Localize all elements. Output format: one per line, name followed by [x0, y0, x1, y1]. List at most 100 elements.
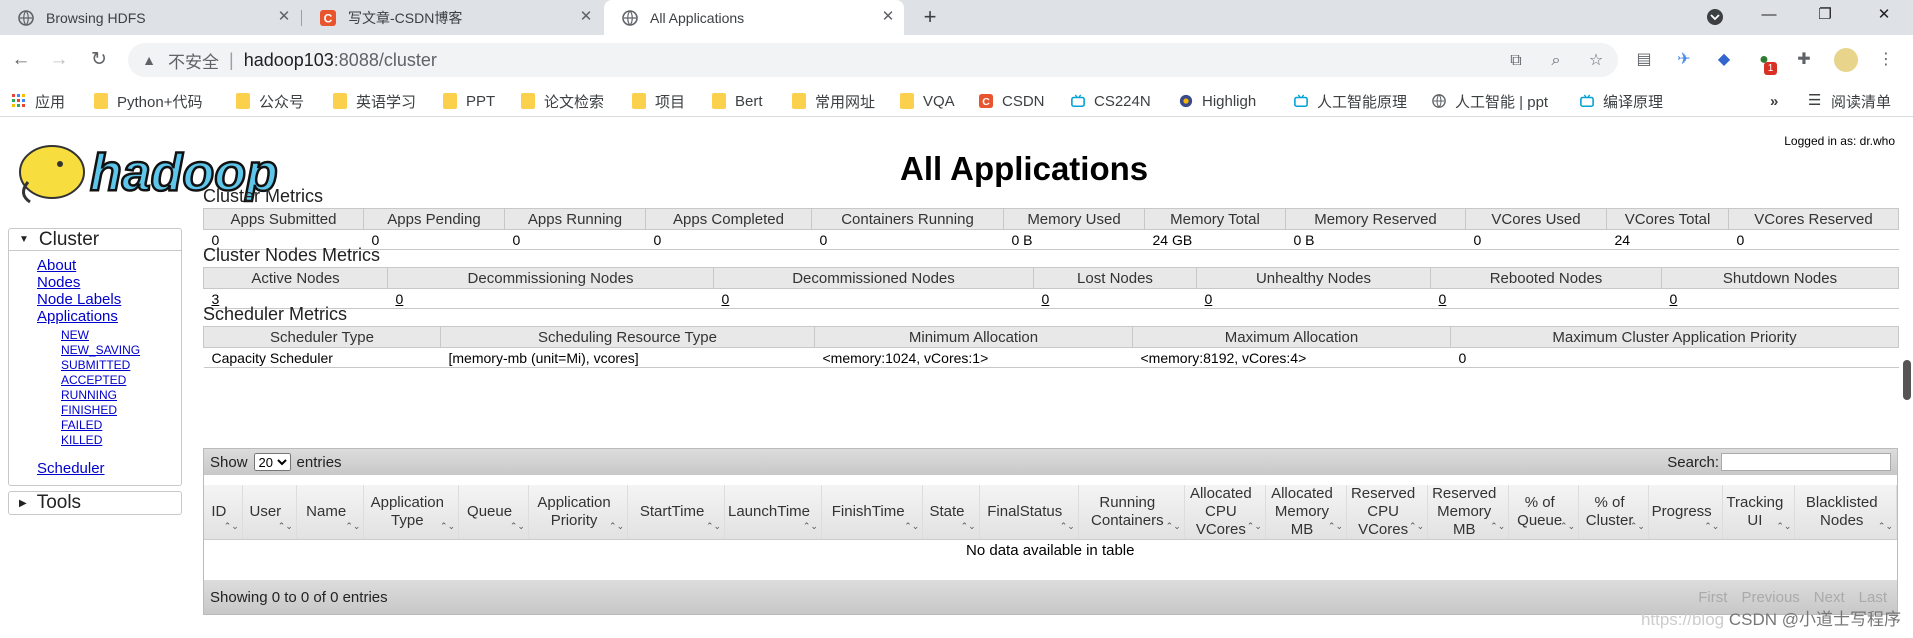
next-page-button[interactable]: Next	[1814, 589, 1845, 606]
bookmark-vqa[interactable]: VQA	[900, 91, 955, 111]
shutdown-nodes-link[interactable]: 0	[1670, 291, 1678, 307]
column-header-allocated-cpu-vcores[interactable]: Allocated CPU VCores ⌃⌄	[1184, 485, 1266, 540]
bookmark-cs224n[interactable]: CS224N	[1071, 91, 1151, 111]
tab-search-icon[interactable]	[1692, 2, 1738, 32]
close-tab-icon[interactable]: ✕	[578, 9, 594, 25]
extension-bird-icon[interactable]: ✈	[1674, 50, 1694, 70]
column-header-launchtime[interactable]: LaunchTime ⌃⌄	[724, 485, 822, 540]
maximize-button[interactable]: ❐	[1802, 0, 1848, 30]
bookmark-highligh[interactable]: Highligh	[1179, 91, 1256, 111]
column-header-name[interactable]: Name ⌃⌄	[296, 485, 365, 540]
bookmark-ai-principles[interactable]: 人工智能原理	[1294, 91, 1407, 111]
column-header-tracking-ui[interactable]: Tracking UI ⌃⌄	[1722, 485, 1796, 540]
nav-scheduler[interactable]: Scheduler	[37, 460, 181, 477]
bookmark-ppt[interactable]: PPT	[443, 91, 495, 111]
sort-icon[interactable]: ⌃⌄	[510, 517, 525, 535]
reload-button[interactable]: ↻	[86, 47, 112, 73]
sort-icon[interactable]: ⌃⌄	[278, 517, 293, 535]
column-header-finishtime[interactable]: FinishTime ⌃⌄	[821, 485, 924, 540]
tab-all-applications[interactable]: All Applications ✕	[604, 0, 904, 35]
document-icon[interactable]: ▤	[1634, 50, 1654, 70]
tools-nav-header[interactable]: ▶ Tools	[8, 491, 182, 515]
new-tab-button[interactable]: +	[916, 4, 944, 32]
bookmark-ai-ppt[interactable]: 人工智能 | ppt	[1432, 91, 1548, 111]
menu-kebab-icon[interactable]: ⋮	[1876, 50, 1896, 70]
sort-icon[interactable]: ⌃⌄	[706, 517, 721, 535]
rebooted-nodes-link[interactable]: 0	[1439, 291, 1447, 307]
column-header-finalstatus[interactable]: FinalStatus ⌃⌄	[979, 485, 1079, 540]
nav-nodes[interactable]: Nodes	[37, 274, 181, 291]
column-header-application-priority[interactable]: Application Priority ⌃⌄	[528, 485, 629, 540]
minimize-button[interactable]: —	[1746, 0, 1792, 30]
sort-icon[interactable]: ⌃⌄	[1060, 517, 1075, 535]
column-header-reserved-cpu-vcores[interactable]: Reserved CPU VCores ⌃⌄	[1346, 485, 1429, 540]
sort-icon[interactable]: ⌃⌄	[1166, 517, 1181, 535]
bookmark-csdn[interactable]: C CSDN	[979, 91, 1045, 111]
column-header-user[interactable]: User ⌃⌄	[242, 485, 297, 540]
first-page-button[interactable]: First	[1698, 589, 1727, 606]
column-header--of-queue[interactable]: % of Queue ⌃⌄	[1508, 485, 1580, 540]
column-header-progress[interactable]: Progress ⌃⌄	[1648, 485, 1724, 540]
avatar[interactable]	[1834, 48, 1858, 72]
nav-node-labels[interactable]: Node Labels	[37, 291, 181, 308]
column-header-running-containers[interactable]: Running Containers ⌃⌄	[1078, 485, 1185, 540]
bookmark-english[interactable]: 英语学习	[333, 91, 416, 111]
forward-button[interactable]: →	[46, 47, 72, 73]
bookmarks-overflow-button[interactable]: »	[1770, 91, 1778, 111]
column-header--of-cluster[interactable]: % of Cluster ⌃⌄	[1578, 485, 1649, 540]
sort-icon[interactable]: ⌃⌄	[1247, 517, 1262, 535]
nav-applications[interactable]: Applications	[37, 308, 181, 325]
extension-hat-icon[interactable]: ◆	[1714, 50, 1734, 70]
close-tab-icon[interactable]: ✕	[880, 9, 896, 25]
sort-icon[interactable]: ⌃⌄	[961, 517, 976, 535]
warning-icon[interactable]: ▲	[140, 51, 158, 69]
bookmark-projects[interactable]: 项目	[632, 91, 685, 111]
bookmark-apps[interactable]: 应用	[12, 91, 65, 111]
page-size-select[interactable]: 20	[253, 453, 291, 471]
column-header-id[interactable]: ID ⌃⌄	[204, 485, 243, 540]
decommissioned-nodes-link[interactable]: 0	[722, 291, 730, 307]
page-scrollbar[interactable]	[1903, 360, 1911, 400]
column-header-blacklisted-nodes[interactable]: Blacklisted Nodes ⌃⌄	[1794, 485, 1897, 540]
bookmark-common[interactable]: 常用网址	[792, 91, 875, 111]
unhealthy-nodes-link[interactable]: 0	[1205, 291, 1213, 307]
back-button[interactable]: ←	[8, 47, 34, 73]
sort-icon[interactable]: ⌃⌄	[1328, 517, 1343, 535]
column-header-allocated-memory-mb[interactable]: Allocated Memory MB ⌃⌄	[1265, 485, 1348, 540]
column-header-starttime[interactable]: StartTime ⌃⌄	[627, 485, 726, 540]
bookmark-papers[interactable]: 论文检索	[521, 91, 604, 111]
previous-page-button[interactable]: Previous	[1741, 589, 1799, 606]
sort-icon[interactable]: ⌃⌄	[1776, 517, 1791, 535]
close-tab-icon[interactable]: ✕	[276, 9, 292, 25]
nav-state-submitted[interactable]: SUBMITTED	[61, 358, 181, 373]
nav-state-finished[interactable]: FINISHED	[61, 403, 181, 418]
bookmark-gongzhonghao[interactable]: 公众号	[236, 91, 304, 111]
tab-browsing-hdfs[interactable]: Browsing HDFS ✕	[0, 0, 300, 35]
column-header-state[interactable]: State ⌃⌄	[922, 485, 980, 540]
sort-icon[interactable]: ⌃⌄	[1490, 517, 1505, 535]
search-input[interactable]	[1721, 453, 1891, 471]
nav-state-failed[interactable]: FAILED	[61, 418, 181, 433]
close-window-button[interactable]: ✕	[1861, 0, 1907, 30]
nav-state-accepted[interactable]: ACCEPTED	[61, 373, 181, 388]
column-header-reserved-memory-mb[interactable]: Reserved Memory MB ⌃⌄	[1427, 485, 1510, 540]
last-page-button[interactable]: Last	[1859, 589, 1887, 606]
bookmark-python[interactable]: Python+代码	[94, 91, 202, 111]
address-bar[interactable]: ▲ 不安全 | hadoop103 :8088/cluster ⧉ ⌕ ☆	[128, 43, 1618, 77]
decommissioning-nodes-link[interactable]: 0	[396, 291, 404, 307]
sort-icon[interactable]: ⌃⌄	[345, 517, 360, 535]
sort-icon[interactable]: ⌃⌄	[1409, 517, 1424, 535]
bookmark-compilers[interactable]: 编译原理	[1580, 91, 1663, 111]
bookmark-bert[interactable]: Bert	[712, 91, 763, 111]
lost-nodes-link[interactable]: 0	[1042, 291, 1050, 307]
zoom-icon[interactable]: ⌕	[1546, 51, 1566, 71]
nav-state-killed[interactable]: KILLED	[61, 433, 181, 448]
translate-icon[interactable]: ⧉	[1506, 51, 1526, 71]
sort-icon[interactable]: ⌃⌄	[224, 517, 239, 535]
column-header-queue[interactable]: Queue ⌃⌄	[458, 485, 529, 540]
sort-icon[interactable]: ⌃⌄	[1560, 517, 1575, 535]
extensions-puzzle-icon[interactable]: ✚	[1794, 50, 1814, 70]
sort-icon[interactable]: ⌃⌄	[1630, 517, 1645, 535]
sort-icon[interactable]: ⌃⌄	[1704, 517, 1719, 535]
sort-icon[interactable]: ⌃⌄	[440, 517, 455, 535]
